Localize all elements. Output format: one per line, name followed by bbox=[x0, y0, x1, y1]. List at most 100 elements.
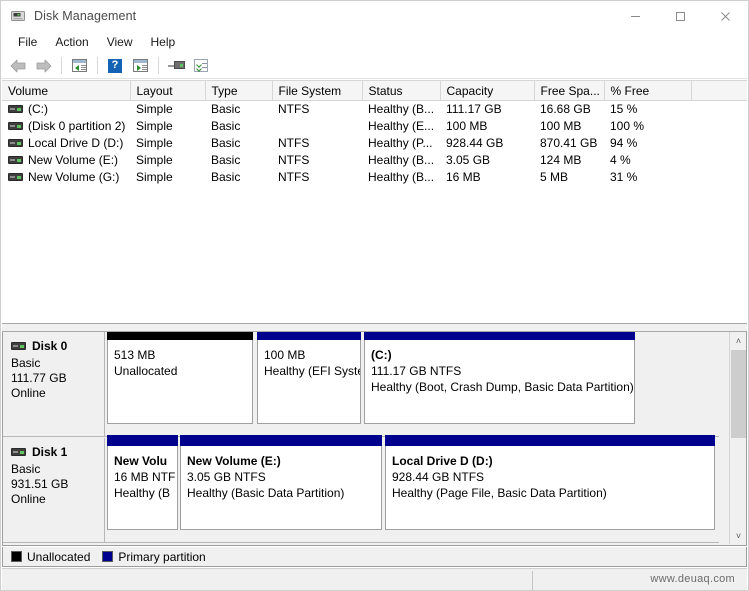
watermark: www.deuaq.com bbox=[650, 573, 735, 585]
forward-arrow-icon[interactable] bbox=[31, 55, 55, 77]
toolbar-separator bbox=[158, 57, 159, 74]
cell-file-system: NTFS bbox=[278, 153, 310, 167]
volume-label: New Volume (G:) bbox=[28, 170, 120, 184]
partition-c[interactable]: (C:) 111.17 GB NTFS Healthy (Boot, Crash… bbox=[364, 332, 635, 424]
toolbar-separator bbox=[97, 57, 98, 74]
partition-e[interactable]: New Volume (E:) 3.05 GB NTFS Healthy (Ba… bbox=[180, 435, 382, 530]
cell-filler bbox=[691, 118, 747, 135]
disk-name: Disk 0 bbox=[32, 339, 68, 353]
column-header-type[interactable]: Type bbox=[205, 80, 273, 101]
volume-list-table: Volume Layout Type File System Status Ca… bbox=[2, 80, 747, 186]
partition-g[interactable]: New Volu 16 MB NTF Healthy (B bbox=[107, 435, 178, 530]
volume-label: (Disk 0 partition 2) bbox=[28, 119, 126, 133]
partition-efi[interactable]: 100 MB Healthy (EFI Syste bbox=[257, 332, 361, 424]
partition-status: Unallocated bbox=[114, 364, 178, 378]
partition-status: Healthy (Page File, Basic Data Partition… bbox=[392, 486, 607, 500]
partition-color-bar bbox=[257, 332, 361, 340]
cell-filler bbox=[691, 135, 747, 152]
cell-percent-free: 94 % bbox=[610, 136, 638, 150]
column-header-status[interactable]: Status bbox=[362, 80, 441, 101]
close-button[interactable] bbox=[703, 1, 748, 31]
drive-icon bbox=[8, 104, 23, 114]
properties-icon[interactable] bbox=[189, 55, 213, 77]
disk-title-0: Disk 0 bbox=[11, 339, 104, 353]
column-header-volume[interactable]: Volume bbox=[2, 80, 131, 101]
partition-status: Healthy (B bbox=[114, 486, 171, 500]
partition-color-bar bbox=[385, 435, 715, 446]
back-arrow-icon[interactable] bbox=[6, 55, 30, 77]
drive-icon bbox=[8, 155, 23, 165]
help-icon[interactable]: ? bbox=[103, 55, 127, 77]
table-row[interactable]: (Disk 0 partition 2) Simple Basic Health… bbox=[2, 118, 747, 135]
partition-color-bar bbox=[180, 435, 382, 446]
window-controls bbox=[613, 1, 748, 31]
disk-header-1[interactable]: Disk 1 Basic 931.51 GB Online bbox=[3, 438, 105, 542]
scroll-up-arrow-icon[interactable]: ˄ bbox=[730, 332, 746, 349]
cell-volume: (C:) bbox=[2, 101, 130, 118]
menu-view[interactable]: View bbox=[98, 33, 142, 51]
column-header-free-space[interactable]: Free Spa... bbox=[534, 80, 605, 101]
cell-free-space: 16.68 GB bbox=[540, 102, 591, 117]
legend-swatch-unallocated bbox=[11, 551, 22, 562]
maximize-button[interactable] bbox=[658, 1, 703, 31]
table-row[interactable]: (C:) Simple Basic NTFS Healthy (B... 111… bbox=[2, 101, 747, 118]
disk-icon bbox=[11, 341, 26, 351]
disk-row-0[interactable]: Disk 0 Basic 111.77 GB Online 513 MB Una… bbox=[3, 332, 719, 437]
partition-label: New Volu bbox=[114, 454, 168, 468]
disk-partitions-1: New Volu 16 MB NTF Healthy (B New Volume… bbox=[106, 435, 719, 542]
connect-to-another-computer-icon[interactable] bbox=[164, 55, 188, 77]
partition-label: New Volume (E:) bbox=[187, 454, 281, 468]
disk-partitions-0: 513 MB Unallocated 100 MB Healthy (EFI S… bbox=[106, 332, 719, 436]
cell-status: Healthy (E... bbox=[368, 119, 435, 133]
partition-size: 16 MB NTF bbox=[114, 470, 176, 484]
disk-state: Online bbox=[11, 492, 46, 506]
show-hide-console-tree-icon[interactable] bbox=[67, 55, 91, 77]
volume-list-pane[interactable]: Volume Layout Type File System Status Ca… bbox=[2, 80, 747, 323]
column-header-layout[interactable]: Layout bbox=[130, 80, 206, 101]
cell-type: Basic bbox=[211, 119, 241, 133]
partition-color-bar bbox=[107, 435, 178, 446]
status-bar-divider bbox=[532, 571, 533, 590]
cell-status: Healthy (B... bbox=[368, 153, 435, 167]
pane-splitter[interactable] bbox=[2, 323, 747, 332]
partition-size: 513 MB bbox=[114, 348, 156, 362]
cell-type: Basic bbox=[211, 136, 241, 150]
status-bar: www.deuaq.com bbox=[2, 568, 747, 590]
disk-management-icon bbox=[10, 8, 26, 24]
disk-header-0[interactable]: Disk 0 Basic 111.77 GB Online bbox=[3, 332, 105, 436]
cell-layout: Simple bbox=[136, 102, 173, 117]
graphical-view-scrollbar[interactable]: ˄ ˅ bbox=[729, 332, 746, 544]
cell-type: Basic bbox=[211, 170, 241, 184]
cell-free-space: 5 MB bbox=[540, 170, 569, 184]
menu-file[interactable]: File bbox=[9, 33, 46, 51]
disk-size: 931.51 GB bbox=[11, 477, 69, 491]
cell-percent-free: 31 % bbox=[610, 170, 638, 184]
show-action-pane-icon[interactable] bbox=[128, 55, 152, 77]
table-row[interactable]: Local Drive D (D:) Simple Basic NTFS Hea… bbox=[2, 135, 747, 152]
disk-row-1[interactable]: Disk 1 Basic 931.51 GB Online New Volu 1… bbox=[3, 435, 719, 543]
column-header-percent-free[interactable]: % Free bbox=[604, 80, 692, 101]
cell-layout: Simple bbox=[136, 153, 173, 167]
table-row[interactable]: New Volume (G:) Simple Basic NTFS Health… bbox=[2, 169, 747, 186]
cell-file-system: NTFS bbox=[278, 136, 310, 150]
cell-volume: Local Drive D (D:) bbox=[2, 135, 130, 152]
disk-type: Basic bbox=[11, 462, 41, 476]
minimize-button[interactable] bbox=[613, 1, 658, 31]
menu-help[interactable]: Help bbox=[142, 33, 185, 51]
column-header-file-system[interactable]: File System bbox=[272, 80, 363, 101]
partition-d[interactable]: Local Drive D (D:) 928.44 GB NTFS Health… bbox=[385, 435, 715, 530]
volume-list-header-row: Volume Layout Type File System Status Ca… bbox=[2, 80, 747, 101]
cell-status: Healthy (B... bbox=[368, 170, 435, 184]
partition-unallocated[interactable]: 513 MB Unallocated bbox=[107, 332, 253, 424]
toolbar: ? bbox=[1, 53, 748, 79]
column-header-capacity[interactable]: Capacity bbox=[440, 80, 535, 101]
volume-label: Local Drive D (D:) bbox=[28, 136, 124, 150]
cell-status: Healthy (B... bbox=[368, 102, 435, 117]
menu-action[interactable]: Action bbox=[46, 33, 97, 51]
table-row[interactable]: New Volume (E:) Simple Basic NTFS Health… bbox=[2, 152, 747, 169]
cell-layout: Simple bbox=[136, 170, 173, 184]
scroll-down-arrow-icon[interactable]: ˅ bbox=[730, 527, 746, 544]
legend-swatch-primary-partition bbox=[102, 551, 114, 562]
cell-type: Basic bbox=[211, 153, 241, 167]
scrollbar-thumb[interactable] bbox=[731, 350, 746, 438]
